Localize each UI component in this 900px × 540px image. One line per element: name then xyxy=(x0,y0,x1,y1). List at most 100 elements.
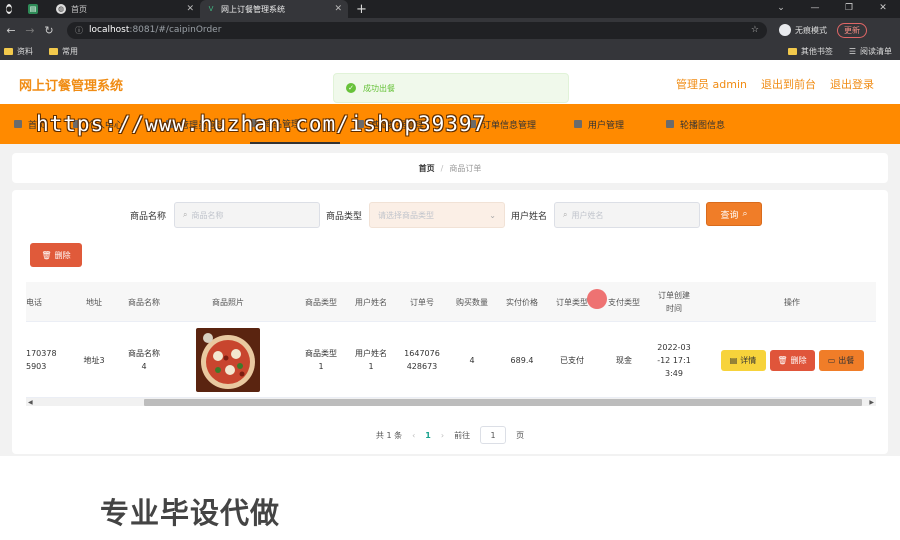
reading-list-icon: ☰ xyxy=(848,46,856,56)
globe-icon: ◍ xyxy=(56,4,66,14)
front-link[interactable]: 退出到前台 xyxy=(761,76,816,92)
site-title: 网上订餐管理系统 xyxy=(19,79,124,94)
col-product-photo: 商品照片 xyxy=(212,297,244,307)
profile-label: 无痕模式 xyxy=(795,25,827,35)
page: 网上订餐管理系统 管理员 admin 退出到前台 退出登录 ✓ 成功出餐 首页 … xyxy=(0,60,900,456)
product-type-select[interactable]: 请选择商品类型 ⌄ xyxy=(369,202,505,228)
address-bar: ← → ↻ ⓘ localhost :8081/#/caipinOrder ☆ … xyxy=(0,18,900,42)
trash-icon: 🗑 xyxy=(41,250,52,260)
message-icon: ▭ xyxy=(827,355,836,365)
col-phone: 电话 xyxy=(26,297,42,307)
watermark-url: https://www.huzhan.com/ishop39397 xyxy=(36,112,487,136)
batch-delete-button[interactable]: 🗑 删除 xyxy=(30,243,82,267)
window-controls: ⌄ — ❐ ✕ xyxy=(764,0,900,18)
tab-title: 首页 xyxy=(71,4,87,14)
pager-page-suffix: 页 xyxy=(516,430,525,440)
ship-label: 出餐 xyxy=(838,355,855,365)
product-type-label: 商品类型 xyxy=(326,212,363,222)
menu-item-users[interactable]: 用户管理 xyxy=(574,104,624,144)
star-icon[interactable]: ☆ xyxy=(751,25,759,35)
folder-icon xyxy=(49,47,58,55)
next-page-icon[interactable]: › xyxy=(441,431,444,440)
placeholder: 商品名称 xyxy=(191,210,224,220)
scroll-left-icon[interactable]: ◀ xyxy=(28,398,33,406)
update-button[interactable]: 更新 xyxy=(837,22,867,38)
user-name-label: 用户姓名 xyxy=(511,212,548,222)
tab-github[interactable]: ● xyxy=(0,0,22,18)
header-links: 管理员 admin 退出到前台 退出登录 xyxy=(676,76,874,92)
chevron-down-icon[interactable]: ⌄ xyxy=(764,0,798,18)
users-icon xyxy=(574,120,582,128)
menu-item-carousel[interactable]: 轮播图信息 xyxy=(666,104,725,144)
search-icon: ⌕ xyxy=(563,210,568,219)
product-name-label: 商品名称 xyxy=(130,212,167,222)
product-image[interactable] xyxy=(196,328,260,392)
delete-button[interactable]: 🗑 删除 xyxy=(769,349,815,371)
close-window-icon[interactable]: ✕ xyxy=(866,0,900,18)
reading-list[interactable]: ☰ 阅读清单 xyxy=(849,46,892,57)
admin-label: 管理员 admin xyxy=(676,78,747,91)
col-price: 实付价格 xyxy=(506,297,538,307)
query-label: 查询 xyxy=(720,210,739,221)
tab-title: 网上订餐管理系统 xyxy=(221,4,285,14)
pagination: 共 1 条 ‹ 1 › 前往 1 页 xyxy=(12,425,888,445)
tab-active[interactable]: V 网上订餐管理系统 ✕ xyxy=(200,0,348,18)
col-quantity: 购买数量 xyxy=(456,297,488,307)
url-input[interactable]: ⓘ localhost :8081/#/caipinOrder ☆ xyxy=(67,21,767,39)
col-created-at: 订单创建 时间 xyxy=(658,291,690,313)
prev-page-icon[interactable]: ‹ xyxy=(412,431,415,440)
cell-product-type: 商品类型 1 xyxy=(305,349,337,371)
cell-actions: ▤ 详情 🗑 删除 ▭ 出餐 xyxy=(716,322,868,398)
minimize-icon[interactable]: — xyxy=(798,0,832,18)
folder-icon xyxy=(787,47,797,55)
incognito-profile[interactable]: 无痕模式 xyxy=(779,24,827,36)
cell-order-type: 已支付 xyxy=(560,355,584,365)
breadcrumb: 首页 / 商品订单 xyxy=(12,153,888,183)
placeholder: 用户姓名 xyxy=(571,210,604,220)
reload-icon[interactable]: ↻ xyxy=(41,24,57,37)
pager-current[interactable]: 1 xyxy=(425,431,431,440)
back-icon[interactable]: ← xyxy=(3,24,19,37)
overlay-caption: 专业毕设代做 xyxy=(100,496,281,530)
breadcrumb-separator: / xyxy=(440,163,444,173)
bookmark-label: 其他书签 xyxy=(800,46,833,56)
trash-icon: 🗑 xyxy=(777,355,788,365)
info-icon[interactable]: ⓘ xyxy=(75,25,83,36)
tab-home[interactable]: ◍ 首页 ✕ xyxy=(50,0,200,18)
user-name-input[interactable]: ⌕ 用户姓名 xyxy=(554,202,700,228)
scroll-right-icon[interactable]: ▶ xyxy=(869,398,874,406)
page-jump-input[interactable]: 1 xyxy=(480,426,507,444)
horizontal-scrollbar[interactable]: ◀ ▶ xyxy=(26,398,876,406)
url-path: :8081/#/caipinOrder xyxy=(129,25,222,35)
bookmark-folder-1[interactable]: 资料 xyxy=(4,46,33,57)
check-icon: ✓ xyxy=(346,83,356,93)
logout-link[interactable]: 退出登录 xyxy=(830,76,874,92)
tab-app[interactable]: ▤ xyxy=(22,0,50,18)
breadcrumb-home[interactable]: 首页 xyxy=(419,163,435,174)
delete-label: 删除 xyxy=(790,355,807,365)
scrollbar-thumb[interactable] xyxy=(144,399,862,406)
col-product-type: 商品类型 xyxy=(305,297,337,307)
close-icon[interactable]: ✕ xyxy=(186,4,194,14)
menu-label: 订单信息管理 xyxy=(482,120,537,131)
bookmark-label: 阅读清单 xyxy=(860,46,892,56)
bookmarks-bar: 资料 常用 其他书签 ☰ 阅读清单 xyxy=(0,42,900,60)
cell-address: 地址3 xyxy=(83,355,105,365)
query-button[interactable]: 查询 ⌕ xyxy=(706,202,762,226)
cell-phone: 170378 5903 xyxy=(26,349,57,371)
forward-icon[interactable]: → xyxy=(22,24,38,37)
bookmark-folder-2[interactable]: 常用 xyxy=(49,46,78,57)
new-tab-button[interactable]: + xyxy=(348,0,375,18)
product-name-input[interactable]: ⌕ 商品名称 xyxy=(174,202,320,228)
detail-label: 详情 xyxy=(740,355,757,365)
toast-message: 成功出餐 xyxy=(363,83,395,93)
chevron-down-icon: ⌄ xyxy=(489,210,496,220)
ship-button[interactable]: ▭ 出餐 xyxy=(818,349,864,371)
other-bookmarks[interactable]: 其他书签 xyxy=(787,46,833,57)
cell-created-at: 2022-03 -12 17:1 3:49 xyxy=(657,342,691,378)
table-row: 170378 5903 地址3 商品名称 4 商品类型 1 用户姓名 1 164… xyxy=(26,322,876,398)
detail-button[interactable]: ▤ 详情 xyxy=(720,349,766,371)
pager-goto-label: 前往 xyxy=(454,430,471,440)
maximize-icon[interactable]: ❐ xyxy=(832,0,866,18)
close-icon[interactable]: ✕ xyxy=(334,4,342,14)
